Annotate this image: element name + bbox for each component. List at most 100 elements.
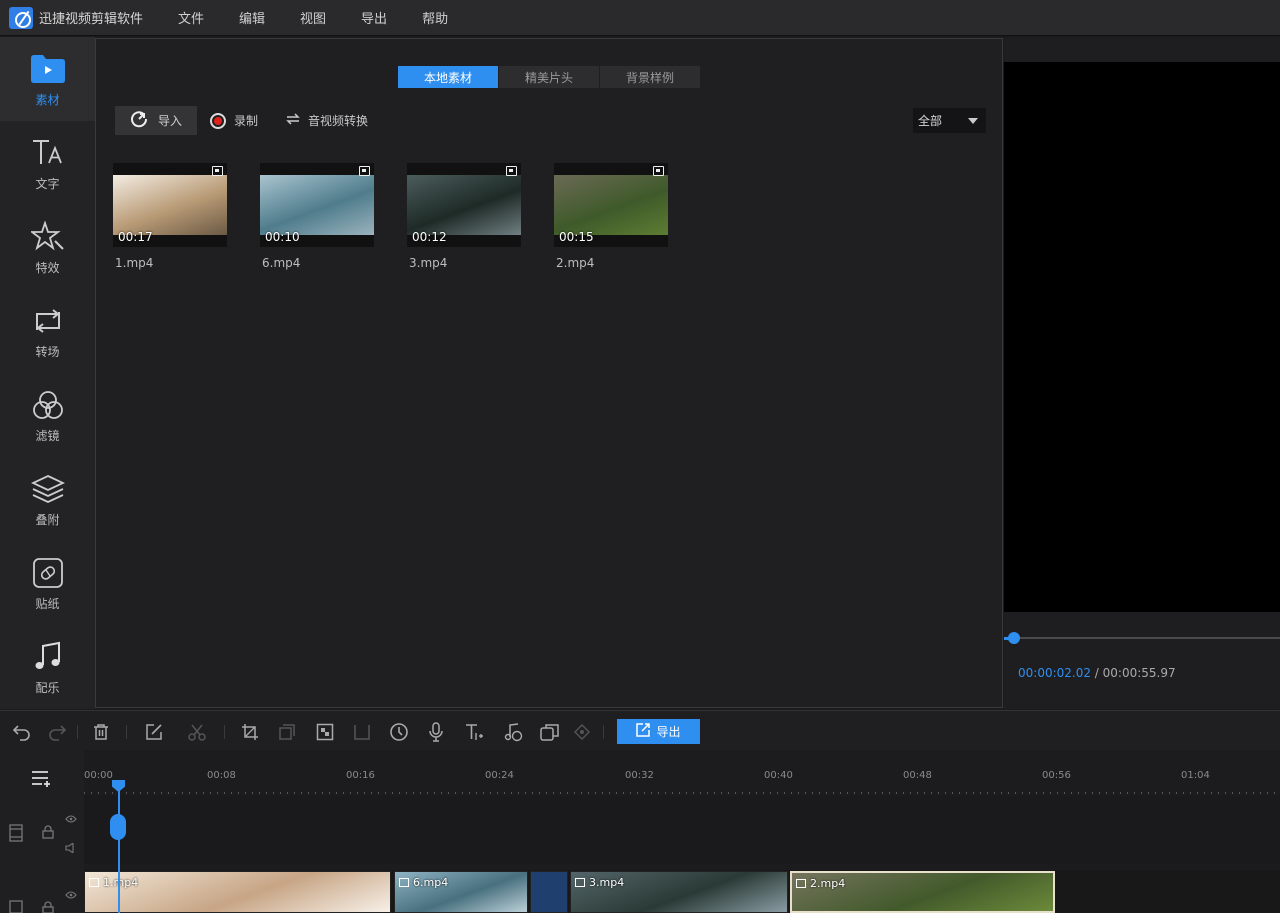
lock-icon[interactable] — [42, 901, 54, 913]
app-logo: 迅捷视频剪辑软件 — [0, 6, 175, 29]
star-effect-icon — [30, 219, 66, 255]
sidebar-item-label: 贴纸 — [35, 596, 60, 611]
seek-bar[interactable] — [1004, 637, 1280, 639]
sidebar-item-effects[interactable]: 特效 — [0, 205, 95, 289]
convert-button[interactable]: 音视频转换 — [286, 112, 368, 129]
sidebar-item-label: 滤镜 — [35, 428, 60, 443]
time-readout: 00:00:02.02 / 00:00:55.97 — [1018, 666, 1176, 680]
media-item[interactable]: 00:15 2.mp4 — [554, 163, 668, 270]
mosaic-icon[interactable] — [314, 721, 336, 743]
record-label: 录制 — [234, 114, 259, 128]
delete-icon[interactable] — [90, 721, 112, 743]
clip-label: 2.mp4 — [796, 877, 845, 890]
media-filter-select[interactable]: 全部 — [913, 108, 986, 133]
tab-local-media[interactable]: 本地素材 — [398, 66, 498, 88]
overlay-track[interactable] — [84, 796, 1280, 864]
timeline-clip[interactable]: 6.mp4 — [394, 871, 528, 913]
playhead-handle[interactable] — [110, 814, 126, 840]
clip-type-icon — [796, 879, 806, 888]
sidebar-item-sticker[interactable]: 贴纸 — [0, 541, 95, 625]
menu-file[interactable]: 文件 — [178, 8, 204, 27]
time-ruler[interactable]: 00:00 00:08 00:16 00:24 00:32 00:40 00:4… — [84, 768, 1280, 794]
record-button[interactable]: 录制 — [210, 112, 258, 129]
media-item[interactable]: 00:10 6.mp4 — [260, 163, 374, 270]
timeline-clip-selected[interactable]: 2.mp4 — [790, 871, 1055, 913]
main-video-track[interactable]: 1.mp4 6.mp4 3.mp4 2.mp4 — [84, 870, 1280, 913]
media-filename: 2.mp4 — [556, 256, 595, 270]
redo-icon[interactable] — [46, 721, 68, 743]
export-icon — [636, 723, 651, 740]
clip-label: 3.mp4 — [575, 876, 624, 889]
thumbnail-image — [554, 175, 668, 235]
lock-icon[interactable] — [42, 825, 54, 842]
add-to-timeline-icon[interactable] — [653, 166, 664, 176]
crop-icon[interactable] — [239, 721, 261, 743]
time-separator: / — [1090, 666, 1103, 680]
tick-label: 00:24 — [485, 770, 514, 781]
sidebar-item-overlay[interactable]: 叠附 — [0, 457, 95, 541]
audio-separate-icon[interactable] — [503, 721, 525, 743]
tab-backgrounds[interactable]: 背景样例 — [600, 66, 700, 88]
speed-icon[interactable] — [388, 721, 410, 743]
timeline-clip[interactable]: 1.mp4 — [84, 871, 391, 913]
menu-help[interactable]: 帮助 — [422, 8, 448, 27]
import-icon — [130, 110, 148, 131]
freeze-frame-icon[interactable] — [351, 721, 373, 743]
preview-controls: 00:00:02.02 / 00:00:55.97 — [1004, 612, 1280, 709]
preview-header — [1004, 38, 1280, 62]
tab-intros[interactable]: 精美片头 — [499, 66, 599, 88]
edit-icon[interactable] — [143, 721, 165, 743]
track-menu-icon[interactable] — [31, 770, 55, 791]
track-headers — [0, 750, 84, 913]
picture-in-picture-icon[interactable] — [539, 721, 561, 743]
visibility-icon[interactable] — [65, 888, 77, 902]
menu-edit[interactable]: 编辑 — [239, 8, 265, 27]
undo-icon[interactable] — [11, 721, 33, 743]
sidebar-item-text[interactable]: 文字 — [0, 121, 95, 205]
text-add-icon[interactable] — [463, 721, 485, 743]
add-to-timeline-icon[interactable] — [212, 166, 223, 176]
menu-export[interactable]: 导出 — [361, 8, 387, 27]
add-to-timeline-icon[interactable] — [506, 166, 517, 176]
export-label: 导出 — [656, 725, 681, 739]
media-item[interactable]: 00:17 1.mp4 — [113, 163, 227, 270]
media-duration: 00:17 — [118, 230, 153, 244]
mute-icon[interactable] — [65, 841, 77, 856]
media-filename: 1.mp4 — [115, 256, 154, 270]
ruler-ticks — [84, 792, 1280, 794]
media-item[interactable]: 00:12 3.mp4 — [407, 163, 521, 270]
cut-icon[interactable] — [186, 721, 208, 743]
media-thumbnail: 00:17 — [113, 163, 227, 247]
visibility-icon[interactable] — [65, 812, 77, 826]
video-track-icon — [9, 824, 23, 845]
sidebar-item-transition[interactable]: 转场 — [0, 289, 95, 373]
seek-handle[interactable] — [1007, 632, 1020, 644]
main-track-icon — [9, 900, 23, 913]
copy-icon[interactable] — [276, 721, 298, 743]
playhead[interactable] — [118, 786, 120, 913]
thumbnail-image — [407, 175, 521, 235]
tick-label: 00:48 — [903, 770, 932, 781]
chevron-down-icon — [968, 117, 978, 124]
timeline-transition[interactable] — [530, 871, 568, 913]
export-button[interactable]: 导出 — [617, 719, 700, 744]
sticker-icon — [30, 555, 66, 591]
folder-play-icon — [30, 51, 66, 87]
media-toolbar: 导入 录制 音视频转换 — [115, 106, 368, 135]
filter-icon — [30, 387, 66, 423]
music-note-icon — [30, 639, 66, 675]
video-preview[interactable] — [1004, 62, 1280, 612]
sidebar-item-music[interactable]: 配乐 — [0, 625, 95, 709]
media-filename: 6.mp4 — [262, 256, 301, 270]
keyframe-icon[interactable] — [571, 721, 593, 743]
sidebar-item-media[interactable]: 素材 — [0, 37, 95, 121]
toolbar-divider — [126, 725, 127, 739]
timeline-clip[interactable]: 3.mp4 — [570, 871, 788, 913]
sidebar-item-filter[interactable]: 滤镜 — [0, 373, 95, 457]
tick-label: 00:16 — [346, 770, 375, 781]
menu-view[interactable]: 视图 — [300, 8, 326, 27]
import-button[interactable]: 导入 — [115, 106, 197, 135]
clip-name: 6.mp4 — [413, 876, 449, 889]
add-to-timeline-icon[interactable] — [359, 166, 370, 176]
mic-icon[interactable] — [425, 721, 447, 743]
